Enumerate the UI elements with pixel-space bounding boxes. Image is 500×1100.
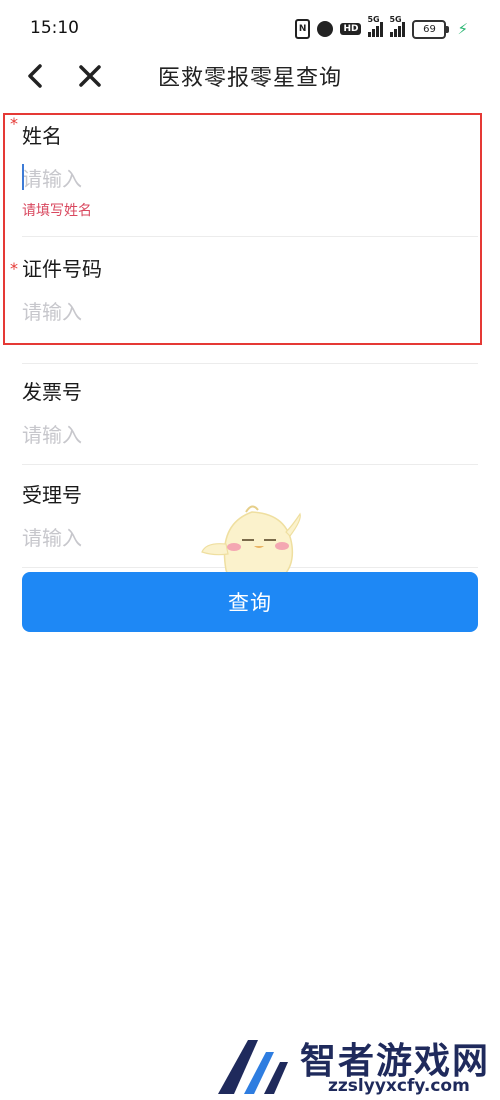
- bolt-icon: ⚡︎: [457, 20, 468, 38]
- invoice-label: 发票号: [22, 380, 82, 404]
- nfc-icon: N: [294, 19, 311, 39]
- invoice-input[interactable]: [22, 420, 462, 450]
- name-error: 请填写姓名: [22, 203, 92, 219]
- name-input[interactable]: [22, 164, 462, 194]
- invoice-field: 发票号: [22, 364, 478, 450]
- nav-bar: 医救零报零星查询: [0, 56, 500, 96]
- status-bar: 15:10 N HD 5G 5G 69 ⚡︎: [0, 0, 500, 56]
- query-button[interactable]: 查询: [22, 572, 478, 632]
- watermark-url: zzslyyxcfy.com: [328, 1076, 470, 1096]
- signal-icon-2: 5G: [389, 15, 406, 37]
- required-mark: *: [10, 259, 18, 278]
- id-number-input[interactable]: [22, 297, 462, 327]
- name-field: * 姓名 请填写姓名: [10, 110, 478, 220]
- watermark-logo: [218, 1040, 288, 1094]
- battery-level: 69: [423, 23, 436, 35]
- id-number-field: * 证件号码: [10, 237, 478, 327]
- status-icons: N HD 5G 5G 69 ⚡︎: [294, 15, 468, 40]
- signal-icon: 5G: [367, 15, 384, 37]
- name-label: 姓名: [22, 124, 62, 148]
- battery-icon: 69: [412, 19, 450, 39]
- watermark: 智者游戏网 zzslyyxcfy.com: [210, 1030, 500, 1100]
- page-title: 医救零报零星查询: [157, 66, 342, 91]
- hd-icon: HD: [340, 23, 362, 35]
- id-number-label: 证件号码: [22, 257, 102, 281]
- alarm-icon: [317, 21, 334, 37]
- text-caret: [22, 164, 24, 190]
- required-mark: *: [10, 114, 18, 133]
- status-time: 15:10: [30, 18, 79, 38]
